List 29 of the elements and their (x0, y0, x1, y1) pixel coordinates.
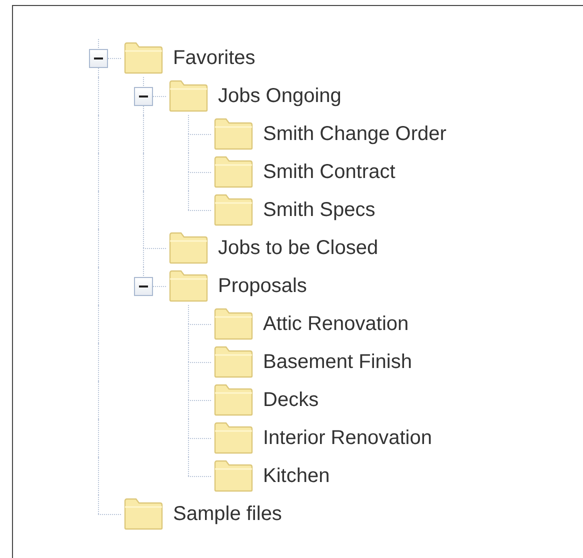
collapse-button[interactable] (134, 277, 153, 296)
folder-label[interactable]: Jobs to be Closed (218, 236, 378, 260)
folder-icon (213, 194, 253, 226)
folder-icon (213, 308, 253, 340)
folder-icon (168, 270, 208, 302)
folder-icon (213, 156, 253, 188)
folder-icon (213, 460, 253, 492)
collapse-button[interactable] (89, 49, 108, 68)
folder-label[interactable]: Smith Contract (263, 160, 396, 184)
folder-icon (213, 118, 253, 150)
folder-label[interactable]: Decks (263, 388, 319, 412)
folder-icon (213, 384, 253, 416)
folder-icon (168, 80, 208, 112)
folder-label[interactable]: Smith Specs (263, 198, 376, 222)
folder-label[interactable]: Interior Renovation (263, 426, 432, 450)
folder-label[interactable]: Proposals (218, 274, 307, 298)
folder-label[interactable]: Favorites (173, 46, 256, 70)
folder-label[interactable]: Smith Change Order (263, 122, 446, 146)
folder-label[interactable]: Jobs Ongoing (218, 84, 342, 108)
folder-label[interactable]: Sample files (173, 502, 282, 526)
folder-icon (213, 346, 253, 378)
folder-label[interactable]: Basement Finish (263, 350, 412, 374)
folder-icon (123, 42, 163, 74)
folder-icon (168, 232, 208, 264)
folder-label[interactable]: Kitchen (263, 464, 330, 488)
folder-icon (123, 498, 163, 530)
collapse-button[interactable] (134, 87, 153, 106)
folder-label[interactable]: Attic Renovation (263, 312, 409, 336)
folder-icon (213, 422, 253, 454)
